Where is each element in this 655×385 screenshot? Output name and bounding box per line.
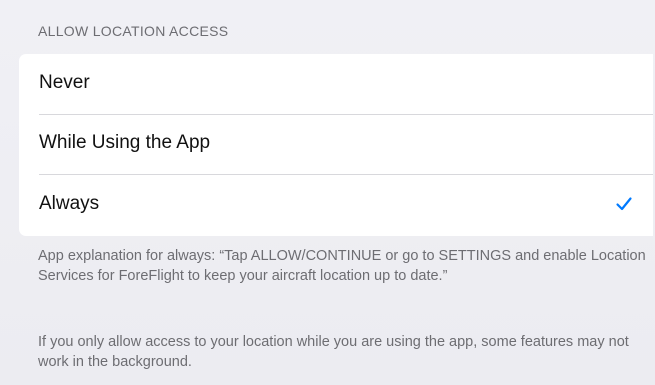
checkmark-icon	[616, 197, 632, 211]
background-note: If you only allow access to your locatio…	[38, 334, 629, 370]
explanation-text: App explanation for always: “Tap ALLOW/C…	[38, 248, 646, 284]
option-label: While Using the App	[39, 132, 211, 153]
section-header: ALLOW LOCATION ACCESS	[38, 23, 229, 39]
option-label: Never	[39, 72, 90, 93]
option-label: Always	[39, 193, 100, 214]
option-while-using-app[interactable]: While Using the App	[19, 114, 653, 175]
option-never[interactable]: Never	[19, 54, 653, 115]
location-access-options: Never While Using the App Always	[19, 54, 653, 236]
option-always[interactable]: Always	[19, 175, 653, 236]
location-settings-page: ALLOW LOCATION ACCESS Never While Using …	[0, 0, 655, 385]
